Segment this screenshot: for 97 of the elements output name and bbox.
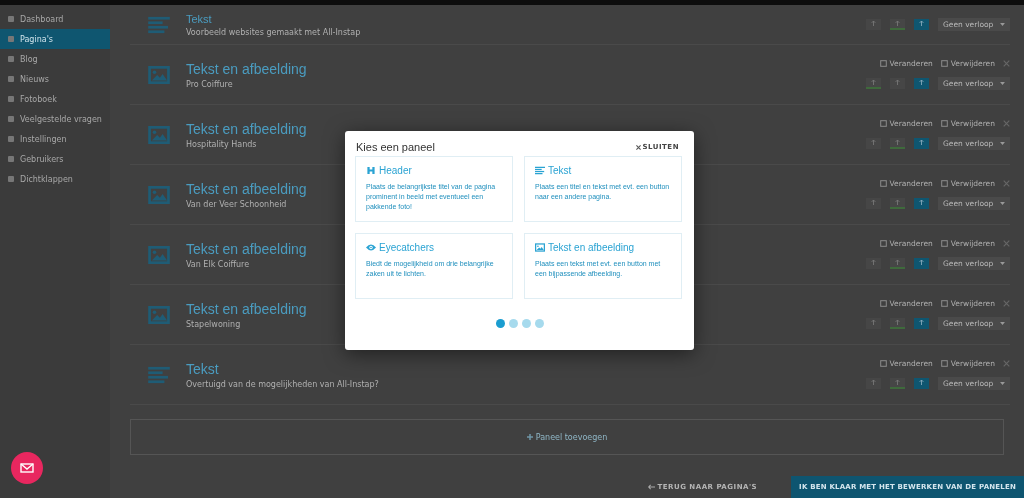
arrow-toggle-button[interactable] — [866, 378, 881, 389]
page-dot[interactable] — [534, 319, 544, 328]
arrow-toggle-button[interactable] — [866, 19, 881, 30]
dialog-title: Kies een paneel — [356, 141, 435, 153]
arrow-toggle-button[interactable] — [914, 258, 929, 269]
panel-title: Tekst en afbeelding — [186, 180, 307, 197]
arrow-up-icon — [871, 79, 876, 86]
panel-title: Tekst — [186, 360, 220, 377]
panel-option-title: Tekst en afbeelding — [548, 242, 635, 253]
text-lines-icon — [148, 365, 170, 384]
page-dot[interactable] — [508, 319, 518, 328]
caret-icon — [1000, 382, 1005, 385]
panel-title: Tekst en afbeelding — [186, 120, 307, 137]
close-icon — [635, 144, 641, 150]
panel-title: Tekst — [186, 12, 213, 25]
sidebar-item[interactable]: Veelgestelde vragen — [0, 109, 110, 129]
arrow-toggle-button[interactable] — [890, 19, 905, 30]
image-icon — [148, 65, 170, 84]
panel-subtitle: Hospitality Hands — [186, 139, 258, 149]
sidebar-item[interactable]: Dashboard — [0, 9, 110, 29]
arrow-toggle-button[interactable] — [914, 198, 929, 209]
caret-icon — [1000, 142, 1005, 145]
page-dot[interactable] — [495, 319, 505, 328]
panel-title: Tekst en afbeelding — [186, 60, 307, 77]
sidebar-item[interactable]: Nieuws — [0, 69, 110, 89]
panel-title: Tekst en afbeelding — [186, 240, 307, 257]
arrow-up-icon — [919, 259, 924, 266]
arrow-left-icon — [647, 484, 655, 490]
panel-option-title: Tekst — [548, 165, 572, 176]
arrow-up-icon — [895, 199, 900, 206]
panel-option-title: Eyecatchers — [379, 242, 435, 253]
panel-subtitle: Van Elk Coiffure — [186, 259, 251, 269]
arrow-toggle-button[interactable] — [914, 378, 929, 389]
arrow-up-icon — [919, 79, 924, 86]
arrow-toggle-button[interactable] — [866, 138, 881, 149]
caret-icon — [1000, 23, 1005, 26]
arrow-up-icon — [895, 259, 900, 266]
arrow-toggle-button[interactable] — [890, 138, 905, 149]
arrow-up-icon — [919, 139, 924, 146]
arrow-up-icon — [895, 20, 900, 27]
panel-title: Tekst en afbeelding — [186, 300, 307, 317]
caret-icon — [1000, 82, 1005, 85]
sidebar-item[interactable]: Gebruikers — [0, 149, 110, 169]
arrow-toggle-button[interactable] — [866, 318, 881, 329]
arrow-toggle-button[interactable] — [914, 78, 929, 89]
arrow-toggle-button[interactable] — [866, 78, 881, 89]
image-icon — [535, 243, 545, 252]
arrow-toggle-button[interactable] — [914, 138, 929, 149]
arrow-up-icon — [871, 259, 876, 266]
panel-subtitle: Voorbeeld websites gemaakt met All-Instap — [186, 27, 361, 37]
arrow-up-icon — [919, 379, 924, 386]
arrow-toggle-button[interactable] — [890, 78, 905, 89]
text-lines-icon — [535, 166, 545, 175]
panel-subtitle: Overtuigd van de mogelijkheden van All-Instap? — [186, 379, 379, 389]
sidebar-item[interactable]: Pagina's — [0, 29, 110, 49]
envelope-icon — [20, 463, 34, 473]
arrow-up-icon — [895, 379, 900, 386]
arrow-toggle-button[interactable] — [890, 378, 905, 389]
page-dot[interactable] — [521, 319, 531, 328]
arrow-up-icon — [871, 199, 876, 206]
heading-icon — [366, 166, 376, 175]
panel-subtitle: Stapelwoning — [186, 319, 242, 329]
caret-icon — [1000, 262, 1005, 265]
caret-icon — [1000, 322, 1005, 325]
eye-icon — [366, 243, 376, 252]
arrow-toggle-button[interactable] — [890, 198, 905, 209]
arrow-toggle-button[interactable] — [866, 198, 881, 209]
image-icon — [148, 305, 170, 324]
arrow-up-icon — [919, 199, 924, 206]
sidebar-item[interactable]: Dichtklappen — [0, 169, 110, 189]
arrow-toggle-button[interactable] — [914, 318, 929, 329]
caret-icon — [1000, 202, 1005, 205]
image-icon — [148, 125, 170, 144]
arrow-up-icon — [919, 319, 924, 326]
arrow-up-icon — [871, 379, 876, 386]
panel-option-title: Header — [379, 165, 412, 176]
arrow-up-icon — [871, 139, 876, 146]
add-panel-button[interactable]: Paneel toevoegen — [130, 419, 1004, 455]
sidebar-item[interactable]: Fotoboek — [0, 89, 110, 109]
image-icon — [148, 185, 170, 204]
image-icon — [148, 245, 170, 264]
sidebar-item[interactable]: Blog — [0, 49, 110, 69]
arrow-toggle-button[interactable] — [914, 19, 929, 30]
text-lines-icon — [148, 15, 170, 34]
panel-subtitle: Pro Coiffure — [186, 79, 234, 89]
panel-subtitle: Van der Veer Schoonheid — [186, 199, 288, 209]
plus-icon — [526, 434, 533, 440]
arrow-up-icon — [895, 319, 900, 326]
arrow-toggle-button[interactable] — [866, 258, 881, 269]
arrow-up-icon — [895, 79, 900, 86]
arrow-up-icon — [871, 20, 876, 27]
arrow-up-icon — [871, 319, 876, 326]
arrow-up-icon — [919, 20, 924, 27]
arrow-up-icon — [895, 139, 900, 146]
arrow-toggle-button[interactable] — [890, 318, 905, 329]
arrow-toggle-button[interactable] — [890, 258, 905, 269]
sidebar-item[interactable]: Instellingen — [0, 129, 110, 149]
